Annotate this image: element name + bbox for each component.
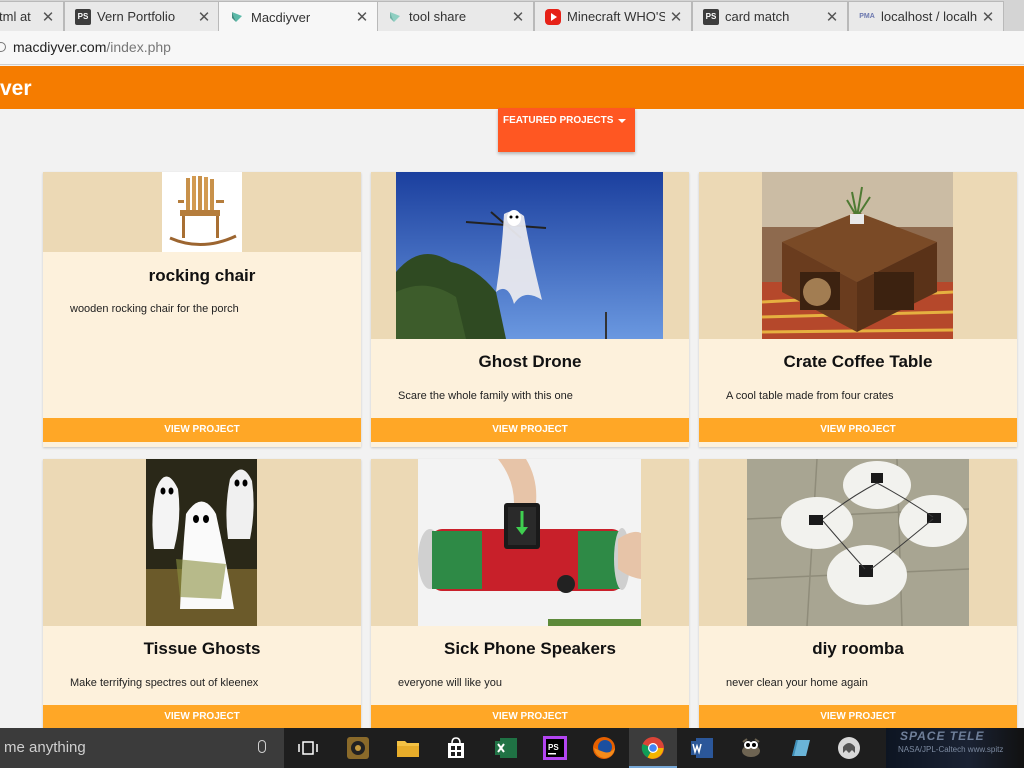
firefox-icon[interactable] [590, 734, 618, 762]
tab-html[interactable]: tml at ✕ [0, 1, 64, 31]
card-media [371, 172, 689, 339]
project-description: Make terrifying spectres out of kleenex [70, 677, 259, 689]
view-project-button[interactable]: VIEW PROJECT [43, 705, 361, 729]
site-title[interactable]: ver [0, 77, 32, 101]
toolshare-icon [387, 9, 403, 25]
card-media [699, 459, 1017, 626]
url-domain: macdiyver.com [13, 39, 107, 55]
project-title: Sick Phone Speakers [444, 639, 616, 658]
excel-icon[interactable] [492, 734, 520, 762]
taskbar: me anything PS SPACE TELE NASA/JPL-Calte… [0, 728, 1024, 768]
ghost-app-icon[interactable] [835, 734, 863, 762]
search-placeholder: me anything [4, 739, 86, 756]
rocking-chair-image[interactable] [162, 172, 242, 252]
tab-title: Vern Portfolio [97, 9, 176, 24]
tab-title: Minecraft WHO'S [567, 9, 665, 24]
close-icon[interactable]: ✕ [355, 8, 369, 26]
microphone-icon[interactable] [258, 740, 266, 753]
phpmyadmin-icon: PMA [859, 13, 875, 20]
gimp-icon[interactable] [737, 734, 765, 762]
card-media [699, 172, 1017, 339]
featured-projects-label: FEATURED PROJECTS [503, 115, 614, 126]
view-project-button[interactable]: VIEW PROJECT [699, 418, 1017, 442]
view-project-button[interactable]: VIEW PROJECT [699, 705, 1017, 729]
view-project-button[interactable]: VIEW PROJECT [371, 418, 689, 442]
word-icon[interactable] [688, 734, 716, 762]
close-icon[interactable]: ✕ [981, 8, 995, 26]
project-card: Crate Coffee Table A cool table made fro… [699, 172, 1017, 447]
close-icon[interactable]: ✕ [669, 8, 683, 26]
browser-tab-strip: tml at ✕ PS Vern Portfolio ✕ Macdiyver ✕… [0, 0, 1024, 31]
diy-roomba-image[interactable] [747, 459, 969, 626]
tab-localhost[interactable]: PMA localhost / localhc ✕ [848, 1, 1004, 31]
card-media [43, 459, 361, 626]
chrome-icon[interactable] [629, 728, 677, 768]
ghost-drone-image[interactable] [396, 172, 663, 339]
project-card: diy roomba never clean your home again V… [699, 459, 1017, 729]
close-icon[interactable]: ✕ [511, 8, 525, 26]
card-media [43, 172, 361, 252]
view-project-button[interactable]: VIEW PROJECT [43, 418, 361, 442]
project-description: wooden rocking chair for the porch [70, 303, 239, 315]
file-explorer-icon[interactable] [394, 734, 422, 762]
project-title: Crate Coffee Table [783, 352, 933, 371]
close-icon[interactable]: ✕ [825, 8, 839, 26]
tray-text-secondary: NASA/JPL-Caltech www.spitz [898, 745, 1004, 754]
notes-app-icon[interactable] [786, 734, 814, 762]
project-description: Scare the whole family with this one [398, 390, 573, 402]
cortana-search-box[interactable]: me anything [0, 728, 284, 768]
tab-title: Macdiyver [251, 9, 311, 25]
tab-vern-portfolio[interactable]: PS Vern Portfolio ✕ [64, 1, 220, 31]
project-title: Tissue Ghosts [143, 639, 261, 658]
tab-title: card match [725, 9, 790, 24]
tab-minecraft[interactable]: Minecraft WHO'S ✕ [534, 1, 692, 31]
phpstorm-taskbar-icon[interactable]: PS [541, 734, 569, 762]
address-bar[interactable]: macdiyver.com/index.php [0, 31, 1024, 65]
page-info-icon[interactable] [0, 42, 6, 52]
tab-title: tool share [409, 9, 467, 24]
svg-text:PS: PS [548, 743, 559, 752]
project-description: everyone will like you [398, 677, 502, 689]
card-media [371, 459, 689, 626]
featured-projects-button[interactable]: FEATURED PROJECTS [498, 108, 635, 152]
media-player-icon[interactable] [344, 734, 372, 762]
project-card: Tissue Ghosts Make terrifying spectres o… [43, 459, 361, 729]
project-title: diy roomba [812, 639, 904, 658]
project-title: rocking chair [148, 266, 256, 285]
macdiyver-icon [229, 9, 245, 25]
project-description: A cool table made from four crates [726, 390, 894, 402]
youtube-icon [545, 8, 561, 25]
phpstorm-icon: PS [75, 8, 91, 25]
project-title: Ghost Drone [478, 352, 582, 371]
view-project-button[interactable]: VIEW PROJECT [371, 705, 689, 729]
tray-text-primary: SPACE TELE [900, 729, 985, 743]
tab-title: tml at [0, 9, 31, 24]
tab-card-match[interactable]: PS card match ✕ [692, 1, 848, 31]
project-card: rocking chair wooden rocking chair for t… [43, 172, 361, 447]
close-icon[interactable]: ✕ [197, 8, 211, 26]
task-view-icon[interactable] [294, 734, 322, 762]
tab-macdiyver[interactable]: Macdiyver ✕ [218, 1, 378, 31]
store-icon[interactable] [442, 734, 470, 762]
crate-table-image[interactable] [762, 172, 953, 339]
tissue-ghosts-image[interactable] [146, 459, 257, 626]
tab-title: localhost / localhc [881, 9, 977, 24]
tray-wallpaper-area: SPACE TELE NASA/JPL-Caltech www.spitz [886, 728, 1024, 768]
url-field[interactable]: macdiyver.com/index.php [13, 39, 171, 55]
project-card: Sick Phone Speakers everyone will like y… [371, 459, 689, 729]
project-card: Ghost Drone Scare the whole family with … [371, 172, 689, 447]
phpstorm-icon: PS [703, 8, 719, 25]
phone-speakers-image[interactable] [418, 459, 641, 626]
close-icon[interactable]: ✕ [41, 8, 55, 26]
caret-down-icon [618, 119, 626, 123]
project-description: never clean your home again [726, 677, 868, 689]
site-header: ver [0, 66, 1024, 109]
url-path: /index.php [106, 39, 171, 55]
tab-tool-share[interactable]: tool share ✕ [376, 1, 534, 31]
